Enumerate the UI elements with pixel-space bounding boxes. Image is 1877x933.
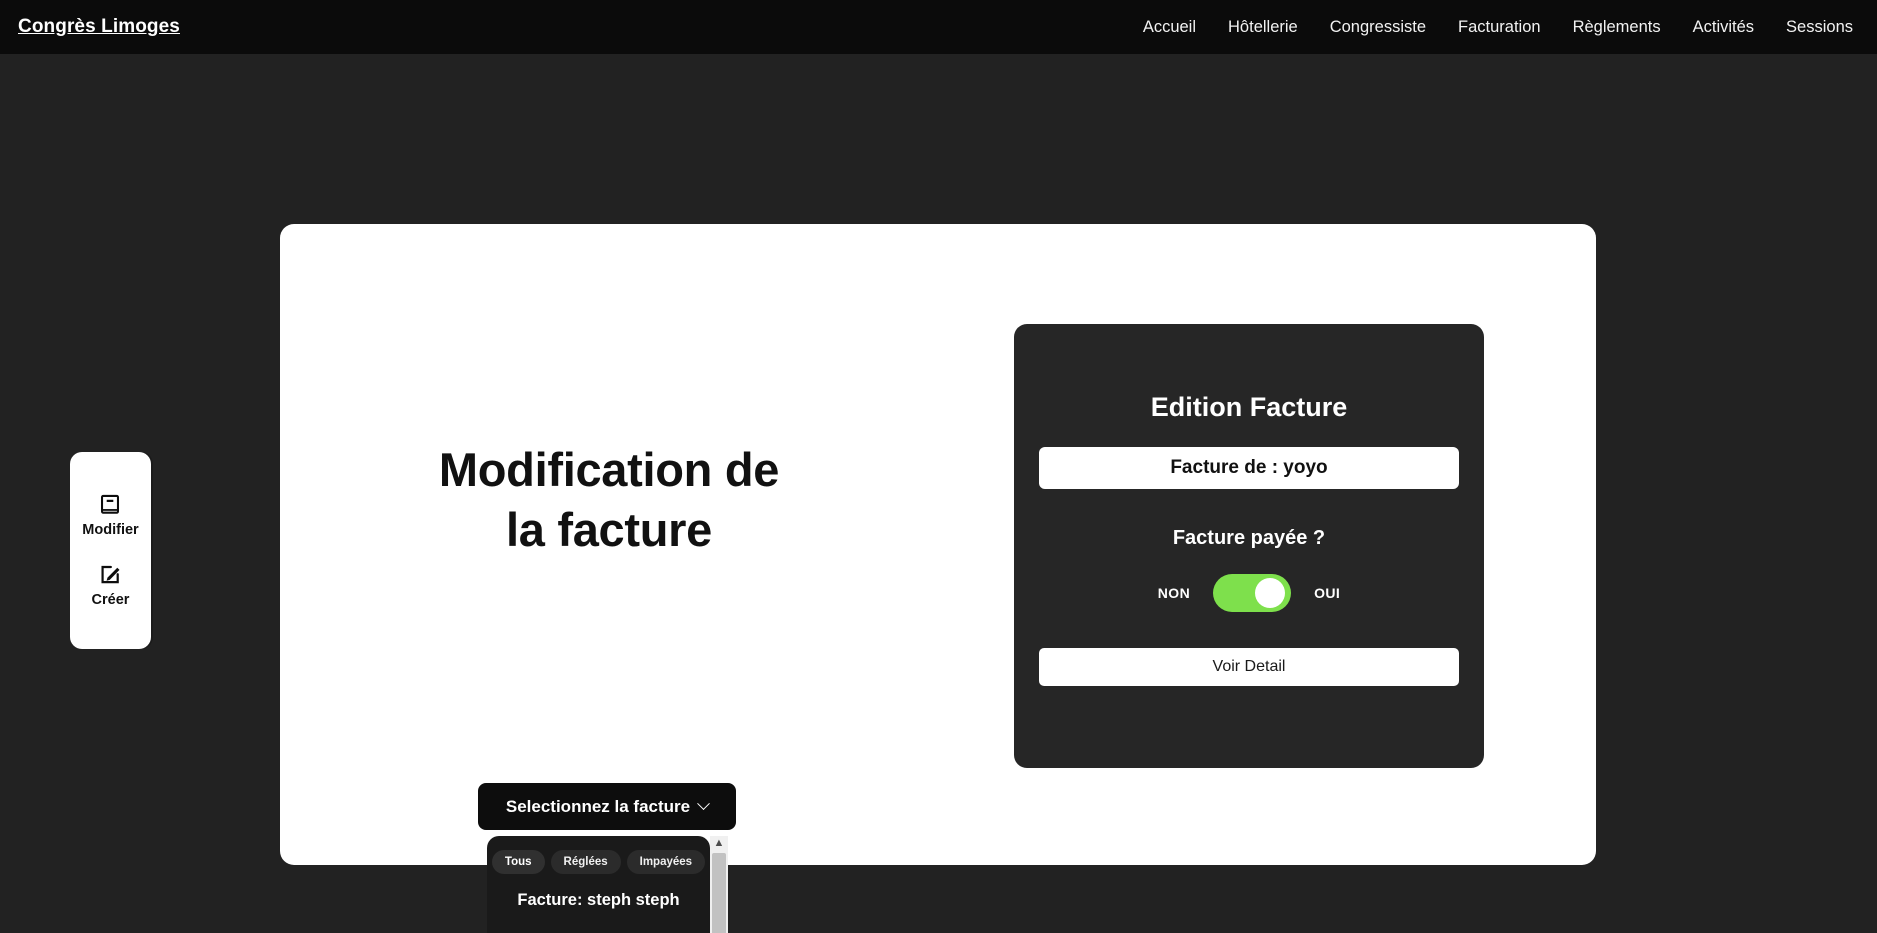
main-content-card: Modification de la facture Selectionnez … [280,224,1596,933]
facture-name-field: Facture de : yoyo [1039,447,1459,489]
toggle-label-oui: OUI [1314,585,1341,601]
list-item[interactable]: Facture: steph steph [487,874,710,927]
facture-filter-row: Tous Réglées Impayées [487,836,710,874]
dropdown-scrollbar[interactable]: ▲ ▼ [710,836,728,933]
toggle-label-non: NON [1157,585,1191,601]
edition-facture-panel: Edition Facture Facture de : yoyo Factur… [1014,324,1484,768]
facture-dropdown-list: Tous Réglées Impayées Facture: steph ste… [487,836,710,933]
edit-square-icon [99,564,121,586]
nav-link-sessions[interactable]: Sessions [1786,18,1853,37]
page-title-line-2: la facture [506,503,712,557]
edition-panel-title: Edition Facture [1150,392,1348,422]
chevron-down-icon [697,797,710,811]
nav-link-facturation[interactable]: Facturation [1458,18,1541,37]
facture-paid-toggle[interactable] [1213,574,1292,612]
nav-link-hotellerie[interactable]: Hôtellerie [1228,18,1298,37]
facture-selection-column: Modification de la facture Selectionnez … [280,224,938,933]
facture-paid-question: Facture payée ? [1172,527,1326,549]
page-title-line-1: Modification de [438,443,780,496]
sidebar-label-creer: Créer [91,591,130,608]
select-facture-label: Selectionnez la facture [505,796,691,816]
nav-link-activites[interactable]: Activités [1693,18,1754,37]
brand-logo[interactable]: Congrès Limoges [18,16,180,38]
nav-link-congressiste[interactable]: Congressiste [1330,18,1426,37]
sidebar-item-modifier[interactable]: Modifier [82,494,139,538]
navbar-links: Accueil Hôtellerie Congressiste Facturat… [1143,18,1853,37]
select-facture-dropdown-button[interactable]: Selectionnez la facture [478,783,736,830]
facture-dropdown-panel: Tous Réglées Impayées Facture: steph ste… [487,836,728,933]
side-action-panel: Modifier Créer [70,452,151,649]
scrollbar-thumb[interactable] [712,853,726,933]
page-body: Modifier Créer Modification de la factur… [0,54,1877,933]
filter-pill-reglees[interactable]: Réglées [550,850,621,874]
filter-pill-tous[interactable]: Tous [491,850,545,874]
book-icon [99,494,121,516]
nav-link-reglements[interactable]: Règlements [1573,18,1661,37]
filter-pill-impayees[interactable]: Impayées [626,850,706,874]
toggle-knob [1255,578,1286,608]
voir-detail-button[interactable]: Voir Detail [1039,648,1459,686]
page-title: Modification de la facture [280,440,938,560]
chevron-up-icon[interactable]: ▲ [714,836,725,851]
paid-toggle-row: NON OUI [1039,574,1459,612]
sidebar-item-creer[interactable]: Créer [91,564,130,608]
nav-link-accueil[interactable]: Accueil [1143,18,1196,37]
sidebar-label-modifier: Modifier [82,522,139,538]
list-item[interactable]: Facture: yoyo yoyoyyyyy [487,927,710,933]
top-navbar: Congrès Limoges Accueil Hôtellerie Congr… [0,0,1877,54]
